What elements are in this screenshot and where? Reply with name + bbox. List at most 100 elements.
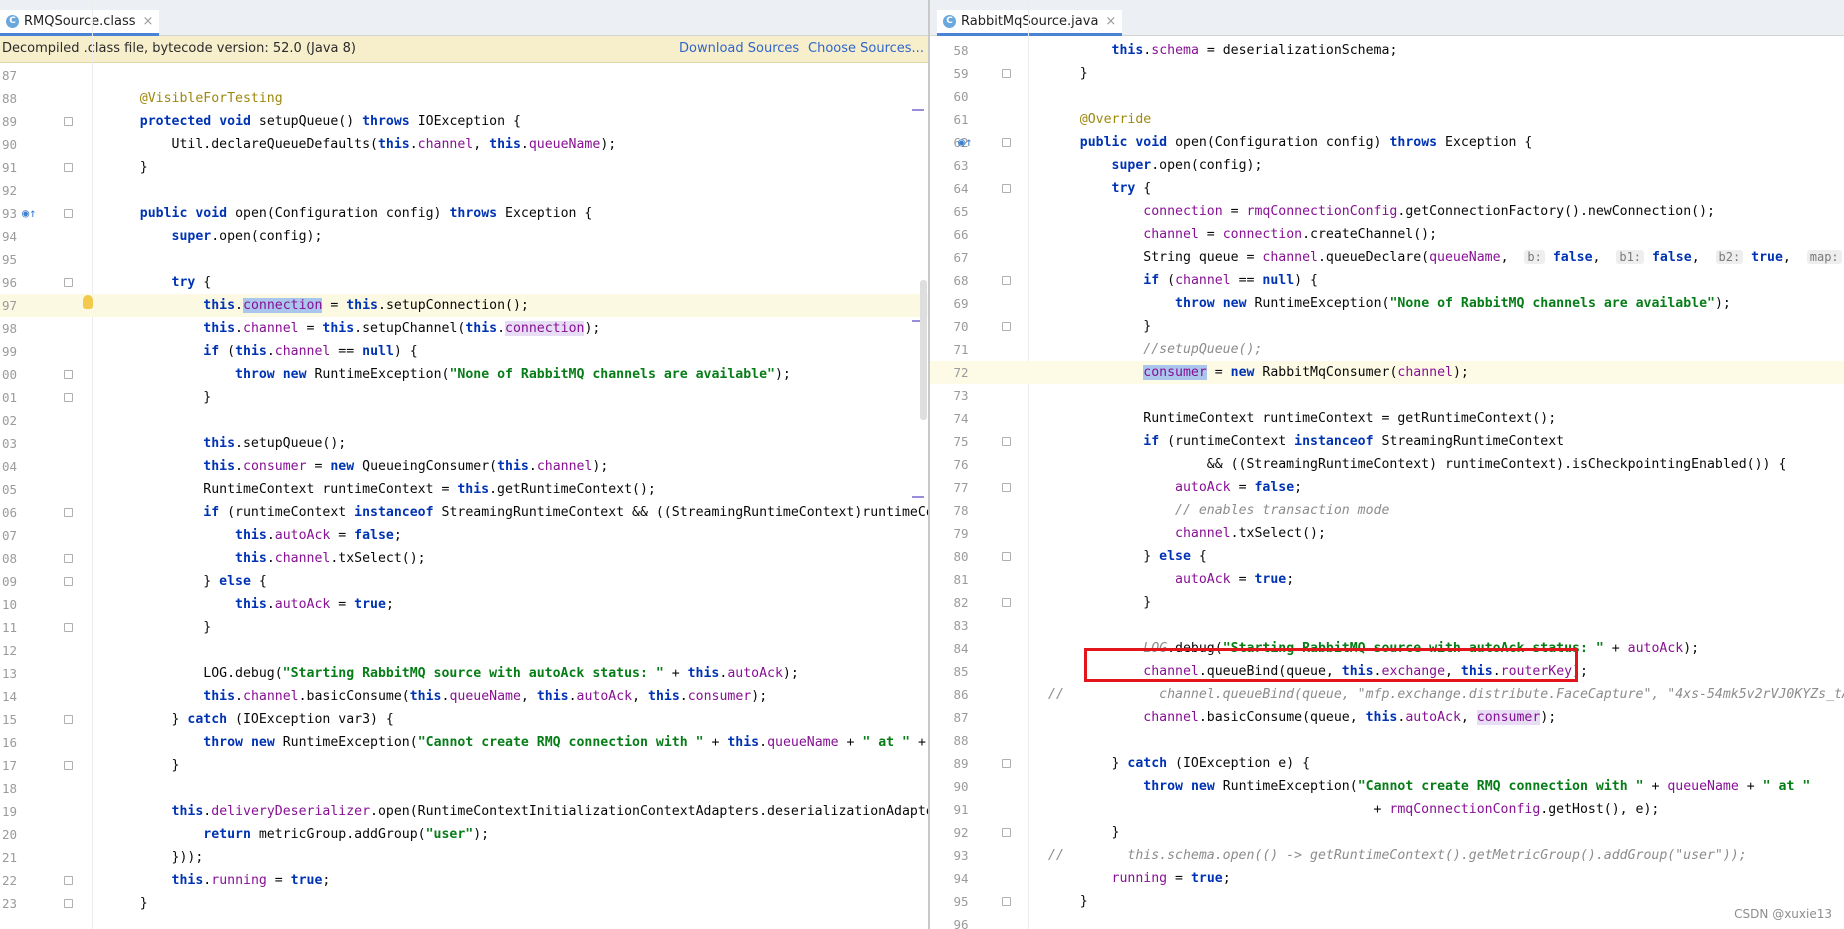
line-number[interactable]: 63 — [940, 154, 980, 177]
fold-marker-icon[interactable] — [64, 508, 73, 517]
code-line[interactable]: 81 autoAck = true; — [930, 568, 1844, 591]
line-number[interactable]: 16 — [0, 731, 38, 754]
close-tab-icon[interactable]: × — [1105, 14, 1116, 29]
code-line[interactable]: 83 — [930, 614, 1844, 637]
code-line[interactable]: 68 if (channel == null) { — [930, 269, 1844, 292]
fold-marker-icon[interactable] — [1002, 437, 1011, 446]
code-line[interactable]: 63 super.open(config); — [930, 154, 1844, 177]
fold-marker-icon[interactable] — [1002, 552, 1011, 561]
code-line[interactable]: 70 } — [930, 315, 1844, 338]
line-number[interactable]: 02 — [0, 409, 38, 432]
line-number[interactable]: 59 — [940, 62, 980, 85]
line-number[interactable]: 71 — [940, 338, 980, 361]
line-number[interactable]: 15 — [0, 708, 38, 731]
lightbulb-icon[interactable] — [83, 295, 93, 309]
download-sources-link[interactable]: Download Sources — [679, 36, 799, 62]
line-number[interactable]: 74 — [940, 407, 980, 430]
code-line[interactable]: 16 throw new RuntimeException("Cannot cr… — [0, 731, 928, 754]
line-number[interactable]: 83 — [940, 614, 980, 637]
fold-marker-icon[interactable] — [1002, 897, 1011, 906]
code-line[interactable]: 23 } — [0, 892, 928, 915]
fold-marker-icon[interactable] — [64, 761, 73, 770]
code-line[interactable]: 99 if (this.channel == null) { — [0, 340, 928, 363]
code-line[interactable]: 64 try { — [930, 177, 1844, 200]
line-number[interactable]: 64 — [940, 177, 980, 200]
code-line[interactable]: 91 } — [0, 156, 928, 179]
line-number[interactable]: 88 — [940, 729, 980, 752]
line-number[interactable]: 87 — [940, 706, 980, 729]
code-line[interactable]: 96 — [930, 913, 1844, 929]
code-line[interactable]: 13 LOG.debug("Starting RabbitMQ source w… — [0, 662, 928, 685]
code-line[interactable]: 03 this.setupQueue(); — [0, 432, 928, 455]
code-line[interactable]: 19 this.deliveryDeserializer.open(Runtim… — [0, 800, 928, 823]
code-line[interactable]: 79 channel.txSelect(); — [930, 522, 1844, 545]
code-line[interactable]: 71 //setupQueue(); — [930, 338, 1844, 361]
code-line[interactable]: 89 protected void setupQueue() throws IO… — [0, 110, 928, 133]
code-line[interactable]: 17 } — [0, 754, 928, 777]
code-line[interactable]: 93 // this.schema.open(() -> getRuntimeCo… — [930, 844, 1844, 867]
fold-marker-icon[interactable] — [64, 577, 73, 586]
code-line[interactable]: 90 throw new RuntimeException("Cannot cr… — [930, 775, 1844, 798]
code-line[interactable]: 58 this.schema = deserializationSchema; — [930, 39, 1844, 62]
line-number[interactable]: 19 — [0, 800, 38, 823]
fold-marker-icon[interactable] — [1002, 184, 1011, 193]
line-number[interactable]: 09 — [0, 570, 38, 593]
code-line[interactable]: 18 — [0, 777, 928, 800]
code-line[interactable]: 95 } — [930, 890, 1844, 913]
code-line[interactable]: 20 return metricGroup.addGroup("user"); — [0, 823, 928, 846]
code-line[interactable]: 67 String queue = channel.queueDeclare(q… — [930, 246, 1844, 269]
line-number[interactable]: 77 — [940, 476, 980, 499]
override-gutter-icon[interactable]: ◉↑ — [22, 202, 36, 225]
code-editor[interactable]: 58 this.schema = deserializationSchema; 5… — [930, 39, 1844, 929]
code-line[interactable]: 92 — [0, 179, 928, 202]
code-line[interactable]: 76 && ((StreamingRuntimeContext) runtime… — [930, 453, 1844, 476]
code-line[interactable]: 00 throw new RuntimeException("None of R… — [0, 363, 928, 386]
close-tab-icon[interactable]: × — [143, 14, 154, 29]
line-number[interactable]: 04 — [0, 455, 38, 478]
code-line[interactable]: 95 — [0, 248, 928, 271]
code-line[interactable]: 90 Util.declareQueueDefaults(this.channe… — [0, 133, 928, 156]
code-line[interactable]: 10 this.autoAck = true; — [0, 593, 928, 616]
code-line[interactable]: 72 consumer = new RabbitMqConsumer(chann… — [930, 361, 1844, 384]
code-line[interactable]: 78 // enables transaction mode — [930, 499, 1844, 522]
code-line[interactable]: 89 } catch (IOException e) { — [930, 752, 1844, 775]
line-number[interactable]: 58 — [940, 39, 980, 62]
code-line[interactable]: 97 this.connection = this.setupConnectio… — [0, 294, 928, 317]
code-line[interactable]: 93 public void open(Configuration config… — [0, 202, 928, 225]
code-line[interactable]: 62 public void open(Configuration config… — [930, 131, 1844, 154]
code-line[interactable]: 14 this.channel.basicConsume(this.queueN… — [0, 685, 928, 708]
code-line[interactable]: 77 autoAck = false; — [930, 476, 1844, 499]
line-number[interactable]: 69 — [940, 292, 980, 315]
line-number[interactable]: 17 — [0, 754, 38, 777]
code-line[interactable]: 96 try { — [0, 271, 928, 294]
line-number[interactable]: 80 — [940, 545, 980, 568]
code-line[interactable]: 12 — [0, 639, 928, 662]
code-line[interactable]: 94 super.open(config); — [0, 225, 928, 248]
line-number[interactable]: 13 — [0, 662, 38, 685]
line-number[interactable]: 06 — [0, 501, 38, 524]
fold-marker-icon[interactable] — [1002, 598, 1011, 607]
fold-marker-icon[interactable] — [64, 117, 73, 126]
line-number[interactable]: 92 — [940, 821, 980, 844]
fold-marker-icon[interactable] — [64, 876, 73, 885]
code-line[interactable]: 74 RuntimeContext runtimeContext = getRu… — [930, 407, 1844, 430]
line-number[interactable]: 98 — [0, 317, 38, 340]
code-line[interactable]: 01 } — [0, 386, 928, 409]
line-number[interactable]: 89 — [940, 752, 980, 775]
line-number[interactable]: 10 — [0, 593, 38, 616]
line-number[interactable]: 03 — [0, 432, 38, 455]
line-number[interactable]: 82 — [940, 591, 980, 614]
line-number[interactable]: 91 — [940, 798, 980, 821]
code-line[interactable]: 94 running = true; — [930, 867, 1844, 890]
line-number[interactable]: 91 — [0, 156, 38, 179]
code-line[interactable]: 22 this.running = true; — [0, 869, 928, 892]
line-number[interactable]: 96 — [940, 913, 980, 929]
code-line[interactable]: 69 throw new RuntimeException("None of R… — [930, 292, 1844, 315]
line-number[interactable]: 99 — [0, 340, 38, 363]
code-line[interactable]: 80 } else { — [930, 545, 1844, 568]
line-number[interactable]: 86 — [940, 683, 980, 706]
line-number[interactable]: 11 — [0, 616, 38, 639]
code-line[interactable]: 60 — [930, 85, 1844, 108]
code-line[interactable]: 82 } — [930, 591, 1844, 614]
line-number[interactable]: 68 — [940, 269, 980, 292]
